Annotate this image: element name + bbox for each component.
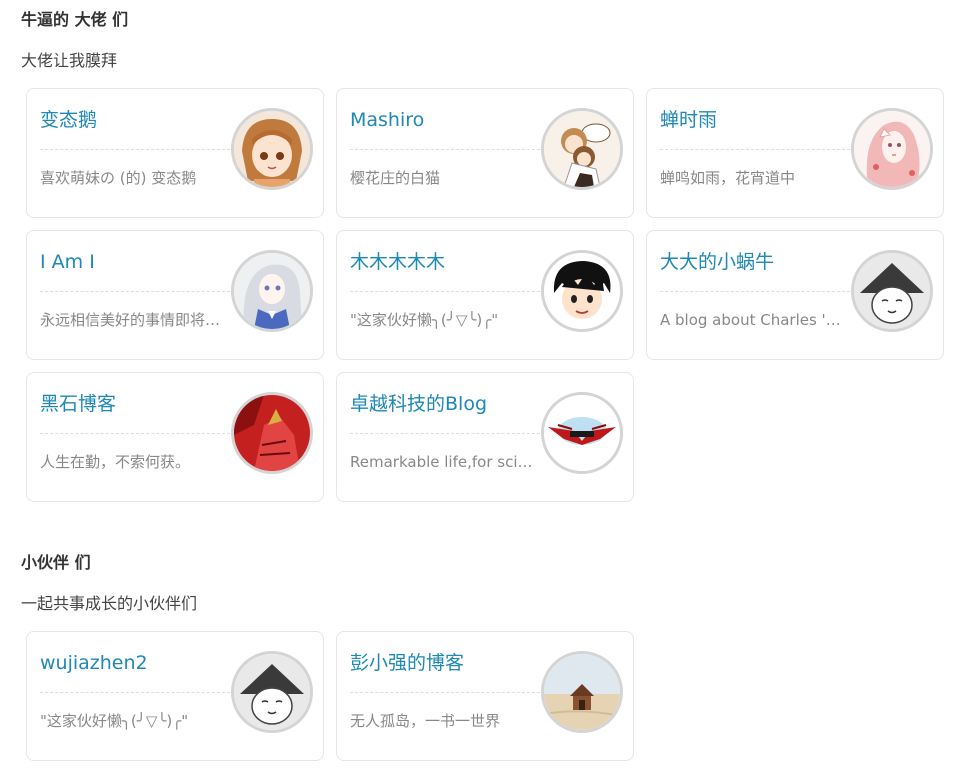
card-name-link[interactable]: Mashiro (350, 109, 424, 131)
card-description: 樱花庄的白猫 (350, 169, 441, 187)
section-description: 一起共事成长的小伙伴们 (21, 594, 198, 613)
card-description: 喜欢萌妹の (的) 变态鹅 (40, 169, 197, 187)
section-title: 小伙伴 们 (21, 553, 91, 572)
card-description: "这家伙好懒╮(╯▽╰)╭" (40, 712, 189, 730)
anime-girl-silver-hair-avatar-icon[interactable] (231, 250, 313, 332)
card-divider (660, 291, 850, 292)
card-divider (350, 692, 540, 693)
card-description: 蝉鸣如雨，花宵道中 (660, 169, 796, 187)
card-description: A blog about Charles 'escape' life (660, 311, 845, 329)
section-header-partners: 小伙伴 们 一起共事成长的小伙伴们 (21, 553, 197, 614)
card-name-link[interactable]: 彭小强的博客 (350, 652, 464, 674)
card-name-link[interactable]: 蝉时雨 (660, 109, 717, 131)
section-description: 大佬让我膜拜 (21, 51, 118, 70)
card-description: 无人孤岛，一书一世界 (350, 712, 501, 730)
card-name-link[interactable]: 卓越科技的Blog (350, 393, 487, 415)
cartoon-boy-black-hair-avatar-icon[interactable] (541, 250, 623, 332)
beach-hut-avatar-icon[interactable] (541, 651, 623, 733)
section-title: 牛逼的 大佬 们 (21, 10, 129, 29)
friend-card[interactable]: 大大的小蜗牛 A blog about Charles 'escape' lif… (646, 230, 944, 360)
card-description: "这家伙好懒╮(╯▽╰)╭" (350, 311, 499, 329)
friend-card[interactable]: 黑石博客 人生在勤，不索何获。 (26, 372, 324, 502)
straw-hat-face-avatar-icon[interactable] (231, 651, 313, 733)
card-name-link[interactable]: 变态鹅 (40, 109, 97, 131)
red-wings-logo-avatar-icon[interactable] (541, 392, 623, 474)
card-name-link[interactable]: 黑石博客 (40, 393, 116, 415)
friend-card[interactable]: wujiazhen2 "这家伙好懒╮(╯▽╰)╭" (26, 631, 324, 761)
friend-card[interactable]: I Am I 永远相信美好的事情即将发生 (26, 230, 324, 360)
anime-girl-brown-hair-avatar-icon[interactable] (231, 108, 313, 190)
straw-hat-face-avatar-icon[interactable] (851, 250, 933, 332)
card-name-link[interactable]: I Am I (40, 251, 95, 273)
card-divider (40, 433, 230, 434)
card-divider (350, 433, 540, 434)
friend-card[interactable]: 木木木木木 "这家伙好懒╮(╯▽╰)╭" (336, 230, 634, 360)
friend-card[interactable]: 彭小强的博客 无人孤岛，一书一世界 (336, 631, 634, 761)
card-divider (40, 291, 230, 292)
card-name-link[interactable]: 木木木木木 (350, 251, 445, 273)
card-divider (660, 149, 850, 150)
card-divider (350, 291, 540, 292)
anime-couple-avatar-icon[interactable] (541, 108, 623, 190)
card-description: 永远相信美好的事情即将发生 (40, 311, 225, 329)
friend-card[interactable]: Mashiro 樱花庄的白猫 (336, 88, 634, 218)
friend-card[interactable]: 卓越科技的Blog Remarkable life,for science. (336, 372, 634, 502)
card-divider (350, 149, 540, 150)
anime-girl-pink-hair-avatar-icon[interactable] (851, 108, 933, 190)
friend-card[interactable]: 变态鹅 喜欢萌妹の (的) 变态鹅 (26, 88, 324, 218)
card-description: Remarkable life,for science. (350, 453, 535, 471)
card-divider (40, 692, 230, 693)
friend-card[interactable]: 蝉时雨 蝉鸣如雨，花宵道中 (646, 88, 944, 218)
card-description: 人生在勤，不索何获。 (40, 453, 191, 471)
card-name-link[interactable]: 大大的小蜗牛 (660, 251, 774, 273)
card-name-link[interactable]: wujiazhen2 (40, 652, 148, 674)
red-armor-warrior-avatar-icon[interactable] (231, 392, 313, 474)
card-divider (40, 149, 230, 150)
section-header-friends: 牛逼的 大佬 们 大佬让我膜拜 (21, 10, 128, 71)
